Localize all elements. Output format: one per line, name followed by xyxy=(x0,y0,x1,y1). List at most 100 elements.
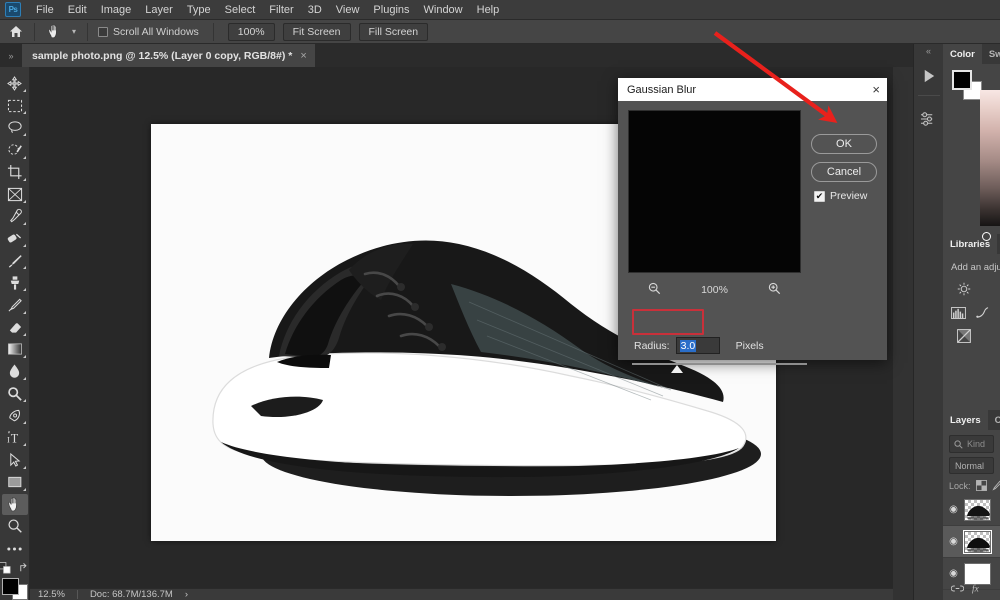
blend-mode-select[interactable]: Normal xyxy=(949,457,994,474)
curves-icon[interactable] xyxy=(976,306,989,324)
tool-expand-corner xyxy=(22,244,26,248)
lock-transparent-icon[interactable] xyxy=(975,479,987,493)
play-actions-icon[interactable] xyxy=(916,62,942,90)
tool-expand-corner xyxy=(22,421,26,425)
blur-preview-thumbnail[interactable] xyxy=(628,110,801,273)
photoshop-window: Ps File Edit Image Layer Type Select Fil… xyxy=(0,0,1000,600)
status-expand-arrow[interactable]: › xyxy=(185,589,188,600)
menu-view[interactable]: View xyxy=(329,1,367,19)
layer-thumbnail[interactable] xyxy=(964,498,991,521)
collapse-panels-icon[interactable]: « xyxy=(914,44,944,58)
menu-filter[interactable]: Filter xyxy=(262,1,300,19)
radius-value: 3.0 xyxy=(679,339,697,352)
clone-stamp-tool[interactable] xyxy=(2,272,28,293)
brush-tool[interactable] xyxy=(2,250,28,271)
gradient-tool[interactable] xyxy=(2,339,28,360)
menu-window[interactable]: Window xyxy=(417,1,470,19)
tool-expand-corner xyxy=(22,266,26,270)
layer-visibility-icon[interactable]: ◉ xyxy=(948,504,959,515)
zoom-100-button[interactable]: 100% xyxy=(227,22,275,41)
edit-toolbar-icon[interactable] xyxy=(2,538,28,559)
levels-icon[interactable] xyxy=(951,306,966,324)
hand-tool[interactable] xyxy=(1,493,28,515)
lasso-tool[interactable] xyxy=(2,117,28,138)
layer-visibility-icon[interactable]: ◉ xyxy=(948,568,959,579)
preview-checkbox[interactable]: ✔ Preview xyxy=(814,190,867,202)
adjustments-sliders-icon[interactable] xyxy=(916,105,942,133)
frame-tool[interactable] xyxy=(2,184,28,205)
menu-help[interactable]: Help xyxy=(470,1,507,19)
menu-layer[interactable]: Layer xyxy=(138,1,180,19)
scroll-all-windows-label: Scroll All Windows xyxy=(113,25,199,38)
pen-tool[interactable] xyxy=(2,405,28,426)
lock-image-icon[interactable] xyxy=(991,480,1000,493)
tool-expand-corner xyxy=(22,199,26,203)
type-tool[interactable]: IT xyxy=(2,427,28,448)
divider xyxy=(76,590,78,599)
fill-screen-button[interactable]: Fill Screen xyxy=(358,22,429,41)
tab-swatches[interactable]: Swa xyxy=(982,44,1000,64)
chevron-down-icon[interactable]: ▾ xyxy=(67,21,81,43)
radius-label: Radius: xyxy=(634,339,670,352)
tab-color[interactable]: Color xyxy=(943,44,982,64)
rectangle-tool[interactable] xyxy=(2,472,28,493)
crop-tool[interactable] xyxy=(2,162,28,183)
zoom-in-icon[interactable] xyxy=(768,282,781,298)
exposure-icon[interactable] xyxy=(957,329,971,348)
radius-slider-handle[interactable] xyxy=(671,365,683,373)
fit-screen-button[interactable]: Fit Screen xyxy=(282,22,351,41)
spot-healing-brush-tool[interactable] xyxy=(2,228,28,249)
table-row[interactable]: ◉ xyxy=(943,526,1000,558)
home-icon[interactable] xyxy=(4,21,28,43)
move-tool[interactable] xyxy=(2,73,28,94)
color-panel-foreground-swatch[interactable] xyxy=(952,70,972,90)
menu-edit[interactable]: Edit xyxy=(61,1,94,19)
menu-image[interactable]: Image xyxy=(94,1,139,19)
quick-selection-tool[interactable] xyxy=(2,139,28,160)
layers-panel-footer: fx xyxy=(943,580,1000,600)
color-swatches[interactable] xyxy=(1,578,28,600)
radius-slider-track[interactable] xyxy=(632,363,807,365)
dodge-tool[interactable] xyxy=(2,383,28,404)
ok-button[interactable]: OK xyxy=(811,134,877,154)
dialog-title-bar[interactable]: Gaussian Blur × xyxy=(618,78,887,101)
document-tab[interactable]: sample photo.png @ 12.5% (Layer 0 copy, … xyxy=(22,44,316,67)
layer-visibility-icon[interactable]: ◉ xyxy=(948,536,959,547)
fx-icon[interactable]: fx xyxy=(972,583,984,597)
hand-tool-icon[interactable] xyxy=(41,21,67,43)
menu-plugins[interactable]: Plugins xyxy=(366,1,416,19)
foreground-color-swatch[interactable] xyxy=(1,578,19,596)
link-layers-icon[interactable] xyxy=(950,584,965,596)
history-brush-tool[interactable] xyxy=(2,294,28,315)
menu-file[interactable]: File xyxy=(29,1,61,19)
color-ramp-selector[interactable] xyxy=(982,232,991,241)
expand-panels-icon[interactable]: » xyxy=(0,44,22,67)
close-icon[interactable]: × xyxy=(872,83,880,96)
scroll-all-windows-checkbox[interactable]: Scroll All Windows xyxy=(98,26,199,38)
color-ramp[interactable] xyxy=(980,90,1000,226)
tab-channels[interactable]: Ch xyxy=(988,410,1000,430)
table-row[interactable]: ◉ xyxy=(943,494,1000,526)
radius-input[interactable]: 3.0 xyxy=(675,337,720,354)
tab-layers[interactable]: Layers xyxy=(943,410,988,430)
close-icon[interactable]: × xyxy=(300,50,306,62)
zoom-out-icon[interactable] xyxy=(648,282,661,298)
cancel-button[interactable]: Cancel xyxy=(811,162,877,182)
menu-3d[interactable]: 3D xyxy=(301,1,329,19)
zoom-tool[interactable] xyxy=(2,516,28,537)
path-selection-tool[interactable] xyxy=(2,449,28,470)
status-zoom-level[interactable]: 12.5% xyxy=(38,589,65,600)
swap-reset-colors[interactable] xyxy=(0,562,30,574)
blur-tool[interactable] xyxy=(2,361,28,382)
layer-thumbnail[interactable] xyxy=(963,529,992,554)
rectangular-marquee-tool[interactable] xyxy=(2,95,28,116)
menu-select[interactable]: Select xyxy=(218,1,263,19)
tool-expand-corner xyxy=(22,111,26,115)
tool-expand-corner xyxy=(22,487,26,491)
menu-type[interactable]: Type xyxy=(180,1,218,19)
eyedropper-tool[interactable] xyxy=(2,206,28,227)
eraser-tool[interactable] xyxy=(2,317,28,338)
tools-panel: IT xyxy=(0,67,30,600)
layer-filter-input[interactable]: Kind xyxy=(949,435,994,453)
brightness-icon[interactable] xyxy=(957,282,971,301)
